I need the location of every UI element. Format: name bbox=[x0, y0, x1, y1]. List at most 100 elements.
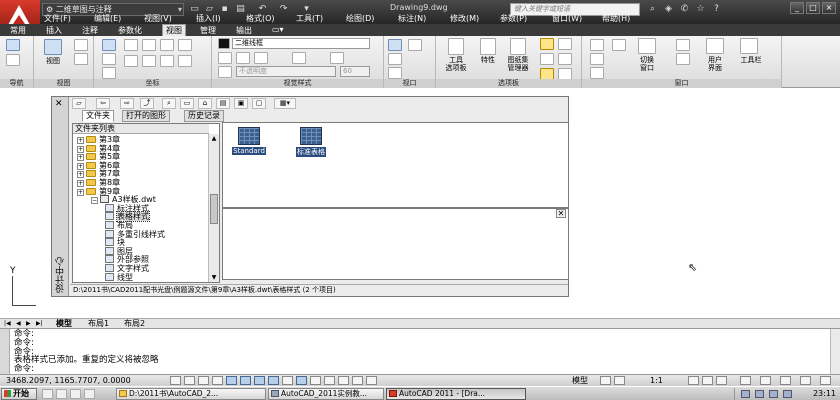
menu-file[interactable]: 文件(F) bbox=[44, 13, 71, 24]
infer-constraints-toggle[interactable] bbox=[170, 376, 181, 385]
lineweight-toggle[interactable] bbox=[310, 376, 321, 385]
transparency-toggle[interactable] bbox=[324, 376, 335, 385]
tool-palettes-icon[interactable] bbox=[448, 38, 464, 55]
browser-icon[interactable] bbox=[56, 389, 67, 399]
scroll-thumb[interactable] bbox=[210, 194, 218, 224]
menu-modify[interactable]: 修改(M) bbox=[450, 13, 479, 24]
first-tab-icon[interactable]: |◀ bbox=[4, 319, 11, 328]
tab-layout1[interactable]: 布局1 bbox=[88, 319, 109, 328]
volume-icon[interactable] bbox=[755, 390, 764, 398]
load-icon[interactable]: ▱ bbox=[72, 98, 86, 109]
ribbon-options-icon[interactable]: ▭▾ bbox=[272, 25, 284, 34]
search-icon[interactable]: ⌕ bbox=[162, 98, 176, 109]
tile-horizontal-icon[interactable] bbox=[590, 39, 604, 51]
tree-view-toggle-icon[interactable]: ▤ bbox=[216, 98, 230, 109]
clean-screen-icon[interactable] bbox=[820, 376, 831, 385]
user-interface-icon[interactable] bbox=[706, 38, 724, 54]
tree-scrollbar[interactable]: ▲ ▼ bbox=[208, 134, 219, 282]
content-pane[interactable]: Standard 标准表格 bbox=[222, 122, 569, 208]
tab-view[interactable]: 视图 bbox=[162, 24, 186, 36]
menu-tools[interactable]: 工具(T) bbox=[296, 13, 323, 24]
tab-open-drawings[interactable]: 打开的图形 bbox=[122, 110, 170, 122]
snap-mode-toggle[interactable] bbox=[184, 376, 195, 385]
preview-toggle-icon[interactable]: ▣ bbox=[234, 98, 248, 109]
ucs-3point-icon[interactable] bbox=[102, 67, 116, 79]
show-desktop-icon[interactable] bbox=[42, 389, 53, 399]
object-snap-tracking-toggle[interactable] bbox=[268, 376, 279, 385]
tab-insert[interactable]: 插入 bbox=[46, 25, 62, 36]
tile-all-icon[interactable] bbox=[612, 39, 626, 51]
ucs-y-icon[interactable] bbox=[142, 39, 156, 51]
pan-icon[interactable] bbox=[6, 39, 20, 51]
switch-window-icon[interactable] bbox=[638, 38, 656, 54]
coordinates-readout[interactable]: 3468.2097, 1165.7707, 0.0000 bbox=[6, 376, 131, 386]
tab-home[interactable]: 常用 bbox=[10, 25, 26, 36]
ucs-face-icon[interactable] bbox=[142, 55, 156, 67]
menu-insert[interactable]: 插入(I) bbox=[196, 13, 221, 24]
design-center-titlebar[interactable]: ✕ 设计中心 bbox=[52, 97, 69, 296]
object-snap-toggle[interactable] bbox=[240, 376, 251, 385]
ortho-mode-toggle[interactable] bbox=[212, 376, 223, 385]
table-style-item-standard[interactable]: Standard bbox=[229, 127, 269, 156]
status-bar-menu-icon[interactable] bbox=[800, 376, 811, 385]
annotation-scale[interactable]: 1:1 bbox=[650, 376, 663, 386]
tree-item[interactable]: 线型 bbox=[105, 272, 133, 282]
named-views-icon[interactable] bbox=[74, 39, 88, 51]
lighting-icon[interactable] bbox=[236, 52, 250, 64]
toolbar-lock-icon[interactable] bbox=[740, 376, 751, 385]
lock-ui-icon[interactable] bbox=[676, 39, 690, 51]
xray-icon[interactable] bbox=[218, 66, 232, 78]
taskbar-item-autocad[interactable]: AutoCAD 2011 - [Dra... bbox=[386, 388, 526, 400]
zoom-icon[interactable] bbox=[6, 54, 20, 66]
back-icon[interactable]: ⇦ bbox=[96, 98, 110, 109]
dynamic-input-toggle[interactable] bbox=[296, 376, 307, 385]
tab-parametric[interactable]: 参数化 bbox=[118, 25, 142, 36]
input-method-icon[interactable] bbox=[769, 390, 778, 398]
materials-icon[interactable] bbox=[254, 52, 268, 64]
tile-vertical-icon[interactable] bbox=[590, 53, 604, 65]
autocad-quicklaunch-icon[interactable] bbox=[84, 389, 95, 399]
quick-view-drawings-icon[interactable] bbox=[614, 376, 625, 385]
edge-effects-icon[interactable] bbox=[330, 52, 344, 64]
view-list-icon[interactable] bbox=[74, 53, 88, 65]
ucs-world-icon[interactable] bbox=[102, 39, 116, 51]
layer-palette-icon[interactable] bbox=[558, 38, 572, 50]
opacity-value[interactable]: 60 bbox=[340, 66, 370, 77]
media-player-icon[interactable] bbox=[70, 389, 81, 399]
viewport-restore-icon[interactable] bbox=[388, 67, 402, 79]
taskbar-item-document[interactable]: AutoCAD_2011实例教... bbox=[268, 388, 384, 400]
model-space-button[interactable]: 模型 bbox=[572, 376, 588, 386]
menu-draw[interactable]: 绘图(D) bbox=[346, 13, 374, 24]
viewport-config-icon[interactable] bbox=[388, 39, 402, 51]
network-icon[interactable] bbox=[741, 390, 750, 398]
quickcalc-icon[interactable] bbox=[558, 53, 572, 65]
workspace-switch-icon[interactable] bbox=[716, 376, 727, 385]
viewport-join-icon[interactable] bbox=[388, 53, 402, 65]
opacity-slider[interactable]: 不透明度 bbox=[236, 66, 336, 77]
ucs-object-icon[interactable] bbox=[124, 55, 138, 67]
annotation-visibility-icon[interactable] bbox=[688, 376, 699, 385]
ucs-named-icon[interactable] bbox=[178, 55, 192, 67]
selection-cycling-toggle[interactable] bbox=[352, 376, 363, 385]
design-center-icon[interactable] bbox=[540, 38, 554, 50]
view-manager-icon[interactable] bbox=[44, 39, 62, 55]
auto-scale-icon[interactable] bbox=[702, 376, 713, 385]
tray-app-icon[interactable] bbox=[783, 390, 792, 398]
toolbars-icon[interactable] bbox=[740, 38, 758, 54]
tab-model[interactable]: 模型 bbox=[56, 319, 72, 328]
prev-tab-icon[interactable]: ◀ bbox=[16, 319, 21, 328]
start-button[interactable]: 开始 bbox=[1, 388, 37, 400]
menu-format[interactable]: 格式(O) bbox=[246, 13, 275, 24]
scroll-up-icon[interactable]: ▲ bbox=[210, 134, 218, 143]
polar-tracking-toggle[interactable] bbox=[226, 376, 237, 385]
close-preview-icon[interactable]: ✕ bbox=[556, 209, 566, 218]
up-folder-icon[interactable]: ⤴ bbox=[140, 98, 154, 109]
hardware-acceleration-icon[interactable] bbox=[760, 376, 771, 385]
sheet-set-icon[interactable] bbox=[510, 38, 526, 55]
tab-layout2[interactable]: 布局2 bbox=[124, 319, 145, 328]
dynamic-ucs-toggle[interactable] bbox=[282, 376, 293, 385]
ucs-view-icon[interactable] bbox=[178, 39, 192, 51]
command-scrollbar[interactable] bbox=[830, 329, 840, 375]
3d-osnap-toggle[interactable] bbox=[254, 376, 265, 385]
home-icon[interactable]: ⌂ bbox=[198, 98, 212, 109]
